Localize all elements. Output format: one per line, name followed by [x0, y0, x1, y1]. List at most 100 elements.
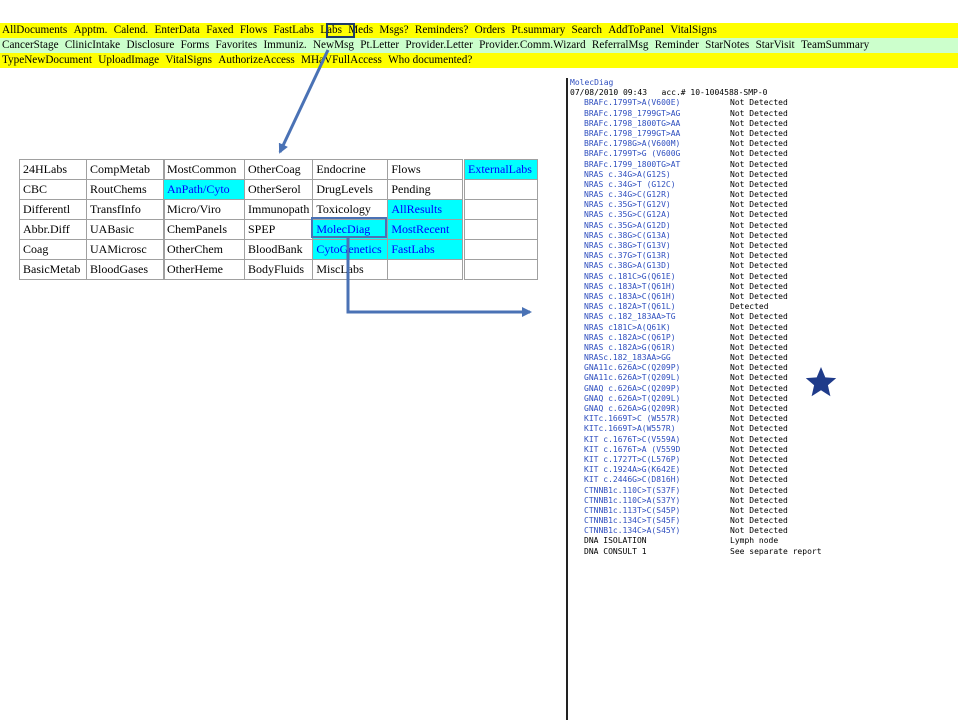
nav-link-cancerstage[interactable]: CancerStage	[2, 38, 59, 53]
report-result-line: CTNNB1c.113T>C(S45P) Not Detected	[568, 506, 960, 516]
nav-link-reminder[interactable]: Reminder	[655, 38, 699, 53]
nav-link-orders[interactable]: Orders	[475, 23, 505, 38]
report-result-line: GNAQ c.626A>C(Q209P) Not Detected	[568, 384, 960, 394]
lab-link-druglevels[interactable]: DrugLevels	[312, 179, 389, 200]
lab-link-otherchem[interactable]: OtherChem	[163, 239, 245, 260]
lab-link-othercoag[interactable]: OtherCoag	[243, 159, 314, 180]
lab-link-cytogenetics[interactable]: CytoGenetics	[312, 239, 389, 260]
nav-link-mhavfullaccess[interactable]: MHaVFullAccess	[301, 53, 382, 68]
report-result-line: NRAS c.182A>G(Q61R) Not Detected	[568, 343, 960, 353]
lab-link-uamicrosc[interactable]: UAMicrosc	[86, 239, 165, 260]
lab-link-fastlabs[interactable]: FastLabs	[387, 239, 464, 260]
lab-link-micro-viro[interactable]: Micro/Viro	[163, 199, 245, 220]
lab-link-abbr-diff[interactable]: Abbr.Diff	[19, 219, 87, 240]
result-value: Not Detected	[730, 393, 788, 403]
report-result-line: DNA ISOLATION Lymph node	[568, 536, 960, 546]
lab-link-spep[interactable]: SPEP	[243, 219, 314, 240]
nav-link-fastlabs[interactable]: FastLabs	[273, 23, 313, 38]
result-test-name: DNA CONSULT 1	[584, 546, 647, 556]
nav-link-disclosure[interactable]: Disclosure	[126, 38, 174, 53]
lab-link-24hlabs[interactable]: 24HLabs	[19, 159, 87, 180]
empty-cell	[387, 259, 464, 280]
lab-link-basicmetab[interactable]: BasicMetab	[19, 259, 87, 280]
nav-link-msgs[interactable]: Msgs?	[379, 23, 408, 38]
lab-link-immunopath[interactable]: Immunopath	[243, 199, 314, 220]
lab-link-uabasic[interactable]: UABasic	[86, 219, 165, 240]
lab-link-bodyfluids[interactable]: BodyFluids	[243, 259, 314, 280]
report-result-line: NRAS c.34G>C(G12R) Not Detected	[568, 190, 960, 200]
nav-link-enterdata[interactable]: EnterData	[155, 23, 200, 38]
result-value: Not Detected	[730, 179, 788, 189]
result-value: Not Detected	[730, 200, 788, 210]
result-value: Not Detected	[730, 159, 788, 169]
report-result-line: KIT c.2446G>C(D816H) Not Detected	[568, 475, 960, 485]
nav-link-typenewdocument[interactable]: TypeNewDocument	[2, 53, 92, 68]
nav-link-clinicintake[interactable]: ClinicIntake	[65, 38, 120, 53]
lab-link-misclabs[interactable]: MiscLabs	[312, 259, 389, 280]
lab-link-coag[interactable]: Coag	[19, 239, 87, 260]
nav-link-vitalsigns[interactable]: VitalSigns	[165, 53, 212, 68]
lab-link-cbc[interactable]: CBC	[19, 179, 87, 200]
lab-link-pending[interactable]: Pending	[387, 179, 464, 200]
result-test-name: GNAQ c.626A>T(Q209L)	[584, 393, 681, 403]
lab-link-differentl[interactable]: Differentl	[19, 199, 87, 220]
result-test-name: NRAS c.34G>T (G12C)	[584, 179, 676, 189]
nav-link-starnotes[interactable]: StarNotes	[705, 38, 749, 53]
nav-link-alldocuments[interactable]: AllDocuments	[2, 23, 67, 38]
report-result-line: KIT c.1924A>G(K642E) Not Detected	[568, 465, 960, 475]
lab-link-allresults[interactable]: AllResults	[387, 199, 464, 220]
nav-link-favorites[interactable]: Favorites	[216, 38, 258, 53]
lab-link-chempanels[interactable]: ChemPanels	[163, 219, 245, 240]
result-value: Not Detected	[730, 261, 788, 271]
lab-link-otherheme[interactable]: OtherHeme	[163, 259, 245, 280]
lab-link-anpath-cyto[interactable]: AnPath/Cyto	[163, 179, 245, 200]
nav-link-pt-summary[interactable]: Pt.summary	[511, 23, 565, 38]
nav-link-search[interactable]: Search	[571, 23, 601, 38]
lab-link-externallabs[interactable]: ExternalLabs	[464, 159, 538, 180]
nav-link-provider-comm-wizard[interactable]: Provider.Comm.Wizard	[479, 38, 585, 53]
result-test-name: NRAS c.183A>C(Q61H)	[584, 291, 676, 301]
nav-link-uploadimage[interactable]: UploadImage	[98, 53, 159, 68]
nav-link-flows[interactable]: Flows	[240, 23, 267, 38]
nav-link-addtopanel[interactable]: AddToPanel	[608, 23, 664, 38]
report-result-line: BRAFc.1799_1800TG>AT Not Detected	[568, 160, 960, 170]
nav-link-authorizeaccess[interactable]: AuthorizeAccess	[218, 53, 294, 68]
result-value: Not Detected	[730, 241, 788, 250]
nav-link-starvisit[interactable]: StarVisit	[756, 38, 795, 53]
lab-link-bloodbank[interactable]: BloodBank	[243, 239, 314, 260]
nav-link-apptm[interactable]: Apptm.	[74, 23, 108, 38]
nav-link-who-documented[interactable]: Who documented?	[388, 53, 472, 68]
lab-link-mostrecent[interactable]: MostRecent	[387, 219, 464, 240]
result-value: Not Detected	[730, 516, 788, 526]
lab-link-transfinfo[interactable]: TransfInfo	[86, 199, 165, 220]
empty-cell	[464, 199, 538, 220]
nav-link-teamsummary[interactable]: TeamSummary	[801, 38, 869, 53]
nav-link-immuniz[interactable]: Immuniz.	[263, 38, 306, 53]
result-value: Not Detected	[730, 465, 788, 475]
lab-link-otherserol[interactable]: OtherSerol	[243, 179, 314, 200]
result-value: Not Detected	[730, 383, 788, 393]
nav-link-provider-letter[interactable]: Provider.Letter	[405, 38, 472, 53]
nav-link-pt-letter[interactable]: Pt.Letter	[360, 38, 399, 53]
lab-link-endocrine[interactable]: Endocrine	[312, 159, 389, 180]
nav-link-reminders[interactable]: Reminders?	[415, 23, 468, 38]
result-test-name: KIT c.1727T>C(L576P)	[584, 454, 681, 464]
lab-link-bloodgases[interactable]: BloodGases	[86, 259, 165, 280]
report-result-line: NRAS c.34G>T (G12C) Not Detected	[568, 180, 960, 190]
lab-link-routchems[interactable]: RoutChems	[86, 179, 165, 200]
nav-link-referralmsg[interactable]: ReferralMsg	[592, 38, 649, 53]
result-value: Not Detected	[730, 312, 788, 322]
labs-row	[464, 239, 538, 260]
nav-link-faxed[interactable]: Faxed	[206, 23, 233, 38]
report-result-line: GNA11c.626A>T(Q209L) Not Detected	[568, 373, 960, 383]
nav-link-vitalsigns[interactable]: VitalSigns	[670, 23, 717, 38]
lab-link-compmetab[interactable]: CompMetab	[86, 159, 165, 180]
nav-link-forms[interactable]: Forms	[181, 38, 210, 53]
lab-link-flows[interactable]: Flows	[387, 159, 464, 180]
nav-link-newmsg[interactable]: NewMsg	[313, 38, 354, 53]
lab-link-mostcommon[interactable]: MostCommon	[163, 159, 245, 180]
report-result-line: CTNNB1c.134C>T(S45F) Not Detected	[568, 516, 960, 526]
nav-link-calend[interactable]: Calend.	[114, 23, 149, 38]
result-test-name: DNA ISOLATION	[584, 536, 647, 546]
report-result-line: NRAS c.35G>C(G12A) Not Detected	[568, 210, 960, 220]
